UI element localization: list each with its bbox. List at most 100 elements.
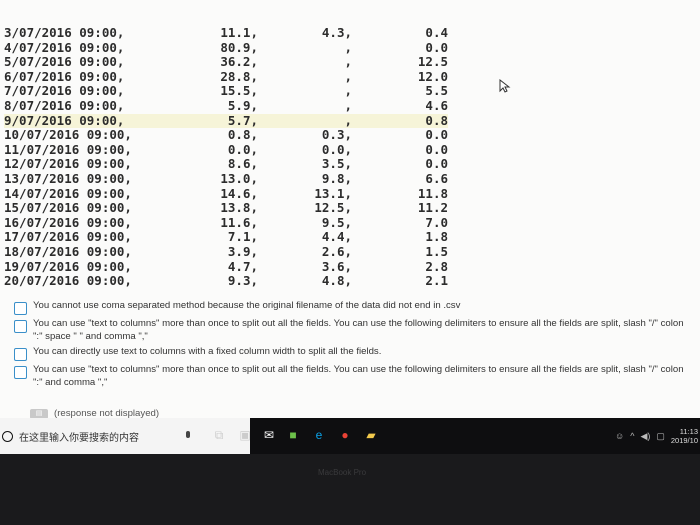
- cell-value-b: 3.5,: [321, 156, 352, 172]
- bezel-label: MacBook Pro: [318, 468, 367, 477]
- cell-value-a: 5.9,: [227, 97, 258, 113]
- cell-value-c: 12.0: [417, 68, 448, 84]
- cell-value-b: 4.8,: [321, 273, 352, 289]
- table-row: 5/07/2016 09:00, 36.2,, 12.5: [4, 55, 448, 70]
- cell-date: 11/07/2016 09:00,: [4, 141, 132, 157]
- chrome-icon[interactable]: ●: [338, 428, 352, 442]
- taskbar: 在这里输入你要搜索的内容 ⧉ ▣ ✉ ■ e ● ▰ ☺ ^ ◀) ▢ 11:1…: [0, 418, 700, 454]
- cell-value-c: 1.8: [425, 229, 448, 245]
- edge-icon[interactable]: e: [312, 428, 326, 442]
- cell-value-c: 7.0: [425, 214, 448, 230]
- answer-options: You cannot use coma separated method bec…: [14, 300, 700, 392]
- option-checkbox[interactable]: [14, 302, 27, 315]
- answer-option[interactable]: You cannot use coma separated method bec…: [14, 300, 700, 315]
- cell-value-b: 0.0,: [321, 141, 352, 157]
- response-icon: ▤: [30, 408, 48, 418]
- cell-value-c: 5.5: [425, 83, 448, 99]
- response-text: (response not displayed): [54, 408, 160, 418]
- cell-value-c: 0.0: [425, 156, 448, 172]
- table-row: 8/07/2016 09:00, 5.9,, 4.6: [4, 97, 448, 114]
- table-row: 9/07/2016 09:00, 5.7,, 0.8: [4, 112, 448, 129]
- cell-value-b: ,: [344, 54, 352, 70]
- cell-value-a: 4.7,: [227, 258, 258, 274]
- cell-value-b: 4.3,: [321, 25, 352, 40]
- cell-value-b: 12.5,: [314, 200, 352, 216]
- cell-date: 8/07/2016 09:00,: [4, 97, 125, 113]
- laptop-bezel: MacBook Pro: [0, 454, 700, 525]
- clock[interactable]: 11:13 2019/10: [671, 427, 698, 445]
- cell-date: 15/07/2016 09:00,: [4, 200, 132, 216]
- response-area: ▤ (response not displayed): [30, 408, 159, 418]
- cell-date: 16/07/2016 09:00,: [4, 214, 132, 230]
- screen: 3/07/2016 09:00, 11.1, 4.3, 0.4 4/07/2016 09…: [0, 0, 700, 418]
- file-explorer-icon[interactable]: ▰: [364, 428, 378, 442]
- cell-value-c: 0.0: [425, 39, 448, 55]
- cell-value-c: 11.8: [417, 185, 448, 201]
- cell-date: 19/07/2016 09:00,: [4, 258, 132, 274]
- cortana-icon[interactable]: [2, 430, 13, 442]
- option-text: You cannot use coma separated method bec…: [33, 300, 461, 311]
- cell-value-a: 3.9,: [227, 243, 258, 259]
- task-view-icon[interactable]: ⧉: [212, 428, 226, 442]
- cell-date: 6/07/2016 09:00,: [4, 68, 125, 84]
- option-checkbox[interactable]: [14, 320, 27, 333]
- clock-date: 2019/10: [670, 436, 698, 445]
- table-row: 3/07/2016 09:00, 11.1, 4.3, 0.4: [4, 25, 448, 41]
- cell-date: 9/07/2016 09:00,: [4, 112, 125, 128]
- cell-value-c: 0.0: [425, 127, 448, 143]
- microphone-icon[interactable]: [186, 431, 190, 438]
- cursor-icon: [499, 79, 511, 93]
- cell-date: 7/07/2016 09:00,: [4, 83, 125, 99]
- chevron-up-icon[interactable]: ^: [630, 431, 634, 441]
- cell-value-b: 0.3,: [321, 127, 352, 143]
- cell-value-b: ,: [344, 112, 352, 128]
- cell-date: 14/07/2016 09:00,: [4, 185, 132, 201]
- cell-date: 17/07/2016 09:00,: [4, 229, 132, 245]
- cell-value-a: 80.9,: [220, 39, 258, 55]
- cell-value-b: ,: [344, 83, 352, 99]
- store-icon[interactable]: ▣: [238, 428, 252, 442]
- option-checkbox[interactable]: [14, 348, 27, 361]
- notification-icon[interactable]: ▢: [656, 431, 665, 442]
- cell-value-a: 14.6,: [220, 185, 258, 201]
- cell-value-c: 1.5: [425, 243, 448, 259]
- cell-value-a: 5.7,: [227, 112, 258, 128]
- cell-value-c: 0.0: [425, 141, 448, 157]
- table-row: 4/07/2016 09:00, 80.9,, 0.0: [4, 39, 448, 56]
- answer-option[interactable]: You can use "text to columns" more than …: [14, 364, 700, 389]
- volume-icon[interactable]: ◀): [640, 431, 650, 442]
- cell-value-a: 13.0,: [220, 170, 258, 186]
- table-row: 20/07/2016 09:00, 9.3, 4.8, 2.1: [4, 273, 448, 289]
- data-table: 3/07/2016 09:00, 11.1, 4.3, 0.4 4/07/2016 09…: [4, 25, 448, 289]
- cell-value-c: 4.6: [425, 97, 448, 113]
- option-checkbox[interactable]: [14, 366, 27, 379]
- table-row: 7/07/2016 09:00, 15.5,, 5.5: [4, 84, 448, 99]
- cell-value-a: 11.6,: [220, 214, 258, 230]
- system-tray: ☺ ^ ◀) ▢ 11:13 2019/10: [615, 418, 700, 454]
- cell-value-a: 36.2,: [220, 54, 258, 70]
- cell-date: 20/07/2016 09:00,: [4, 273, 132, 289]
- cell-value-b: 9.5,: [321, 214, 352, 230]
- cell-date: 5/07/2016 09:00,: [4, 54, 125, 70]
- cell-value-a: 7.1,: [227, 229, 258, 245]
- store-bag-icon[interactable]: ■: [286, 428, 300, 442]
- cell-value-c: 12.5: [417, 54, 448, 70]
- table-row: 18/07/2016 09:00, 3.9, 2.6, 1.5: [4, 243, 448, 260]
- cell-value-a: 8.6,: [227, 156, 258, 172]
- table-row: 12/07/2016 09:00, 8.6, 3.5, 0.0: [4, 157, 448, 172]
- cell-value-b: 4.4,: [321, 229, 352, 245]
- answer-option[interactable]: You can use "text to columns" more than …: [14, 318, 700, 343]
- clock-time: 11:13: [679, 427, 698, 436]
- answer-option[interactable]: You can directly use text to columns wit…: [14, 346, 700, 361]
- cell-value-c: 11.2: [417, 200, 448, 216]
- mail-icon[interactable]: ✉: [262, 428, 276, 442]
- search-placeholder[interactable]: 在这里输入你要搜索的内容: [19, 429, 139, 444]
- cell-value-b: ,: [344, 68, 352, 84]
- cell-value-a: 28.8,: [220, 68, 258, 84]
- people-icon[interactable]: ☺: [615, 431, 624, 441]
- cell-value-a: 9.3,: [227, 273, 258, 289]
- cell-value-c: 2.8: [425, 258, 448, 274]
- option-text: You can directly use text to columns wit…: [33, 346, 382, 357]
- cell-value-a: 0.8,: [227, 127, 258, 143]
- table-row: 17/07/2016 09:00, 7.1, 4.4, 1.8: [4, 230, 448, 245]
